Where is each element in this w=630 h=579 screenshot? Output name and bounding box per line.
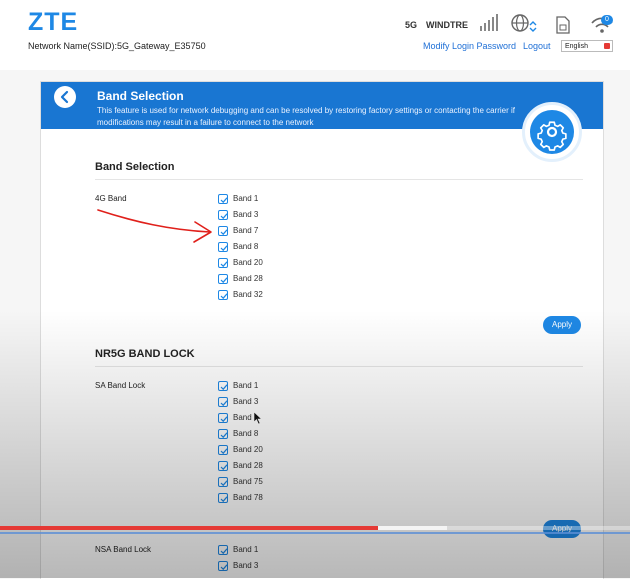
chevron-left-icon (60, 90, 69, 104)
checkmark-icon (220, 416, 228, 423)
checkmark-icon (220, 564, 228, 571)
band-checkbox[interactable] (218, 461, 228, 471)
checkmark-icon (220, 400, 228, 407)
band-label: Band 32 (233, 290, 263, 299)
band-label: Band 1 (233, 381, 259, 390)
band-checkbox[interactable] (218, 194, 228, 204)
band-checkbox[interactable] (218, 429, 228, 439)
checkmark-icon (220, 464, 228, 471)
ssid-label: Network Name(SSID):5G_Gateway_E35750 (28, 41, 206, 51)
sim-card-icon (556, 16, 570, 34)
logout-link[interactable]: Logout (523, 41, 551, 51)
band-checkbox[interactable] (218, 477, 228, 487)
checkmark-icon (220, 229, 228, 236)
zte-logo[interactable]: ZTE (28, 8, 78, 37)
band-label: Band 75 (233, 477, 263, 486)
band-checkbox[interactable] (218, 493, 228, 503)
settings-badge (522, 102, 582, 162)
sa-band-lock-label: SA Band Lock (95, 381, 146, 390)
page-banner: Band Selection This feature is used for … (41, 82, 603, 129)
band-checkbox[interactable] (218, 381, 228, 391)
section-divider (95, 366, 583, 367)
top-header: ZTE Network Name(SSID):5G_Gateway_E35750… (0, 0, 630, 70)
language-value: English (565, 43, 588, 50)
checkmark-icon (220, 432, 228, 439)
section-divider (95, 179, 583, 180)
page-title: Band Selection (97, 89, 184, 103)
band-selection-panel: Band Selection This feature is used for … (40, 81, 604, 579)
modify-login-password-link[interactable]: Modify Login Password (423, 41, 516, 51)
band-checkbox[interactable] (218, 258, 228, 268)
nr5g-band-lock-heading: NR5G BAND LOCK (95, 348, 195, 360)
checkmark-icon (220, 197, 228, 204)
band-checkbox[interactable] (218, 545, 228, 555)
band-label: Band 28 (233, 461, 263, 470)
band-label: Band 7 (233, 226, 259, 235)
band-label: Band 3 (233, 210, 259, 219)
gear-icon (537, 121, 567, 151)
band-checkbox[interactable] (218, 413, 228, 423)
checkmark-icon (220, 480, 228, 487)
internet-status-icon (511, 14, 537, 32)
mouse-pointer-icon (253, 411, 263, 425)
checkmark-icon (220, 496, 228, 503)
band-label: Band (233, 413, 252, 422)
carrier-name: WINDTRE (426, 20, 468, 30)
band-label: Band 78 (233, 493, 263, 502)
checkmark-icon (220, 261, 228, 268)
band-checkbox[interactable] (218, 561, 228, 571)
band-checkbox[interactable] (218, 397, 228, 407)
band-checkbox[interactable] (218, 242, 228, 252)
nsa-band-lock-label: NSA Band Lock (95, 545, 152, 554)
video-played-bar (0, 526, 378, 530)
wifi-clients-badge: 0 (601, 15, 613, 25)
band-label: Band 1 (233, 545, 259, 554)
checkmark-icon (220, 213, 228, 220)
band-checkbox[interactable] (218, 290, 228, 300)
video-progress-underline (0, 532, 630, 534)
checkmark-icon (220, 548, 228, 555)
network-type: 5G (405, 20, 418, 30)
back-button[interactable] (54, 86, 76, 108)
checkmark-icon (220, 245, 228, 252)
band-label: Band 3 (233, 561, 259, 570)
band-checkbox[interactable] (218, 445, 228, 455)
checkmark-icon (220, 448, 228, 455)
checkmark-icon (220, 384, 228, 391)
band-label: Band 20 (233, 445, 263, 454)
band-label: Band 28 (233, 274, 263, 283)
band-label: Band 8 (233, 429, 259, 438)
video-progress-bar[interactable] (0, 526, 630, 530)
chevron-down-icon (604, 43, 610, 49)
signal-strength-icon (480, 14, 498, 31)
checkmark-icon (220, 293, 228, 300)
band-label: Band 8 (233, 242, 259, 251)
band-label: Band 20 (233, 258, 263, 267)
4g-band-label: 4G Band (95, 194, 127, 203)
band-checkbox[interactable] (218, 210, 228, 220)
band-label: Band 3 (233, 397, 259, 406)
band-label: Band 1 (233, 194, 259, 203)
page-description: This feature is used for network debuggi… (97, 106, 515, 127)
band-selection-heading: Band Selection (95, 161, 175, 173)
band-checkbox[interactable] (218, 274, 228, 284)
checkmark-icon (220, 277, 228, 284)
apply-4g-button[interactable]: Apply (543, 316, 581, 334)
band-checkbox[interactable] (218, 226, 228, 236)
language-select[interactable]: English (561, 40, 613, 52)
